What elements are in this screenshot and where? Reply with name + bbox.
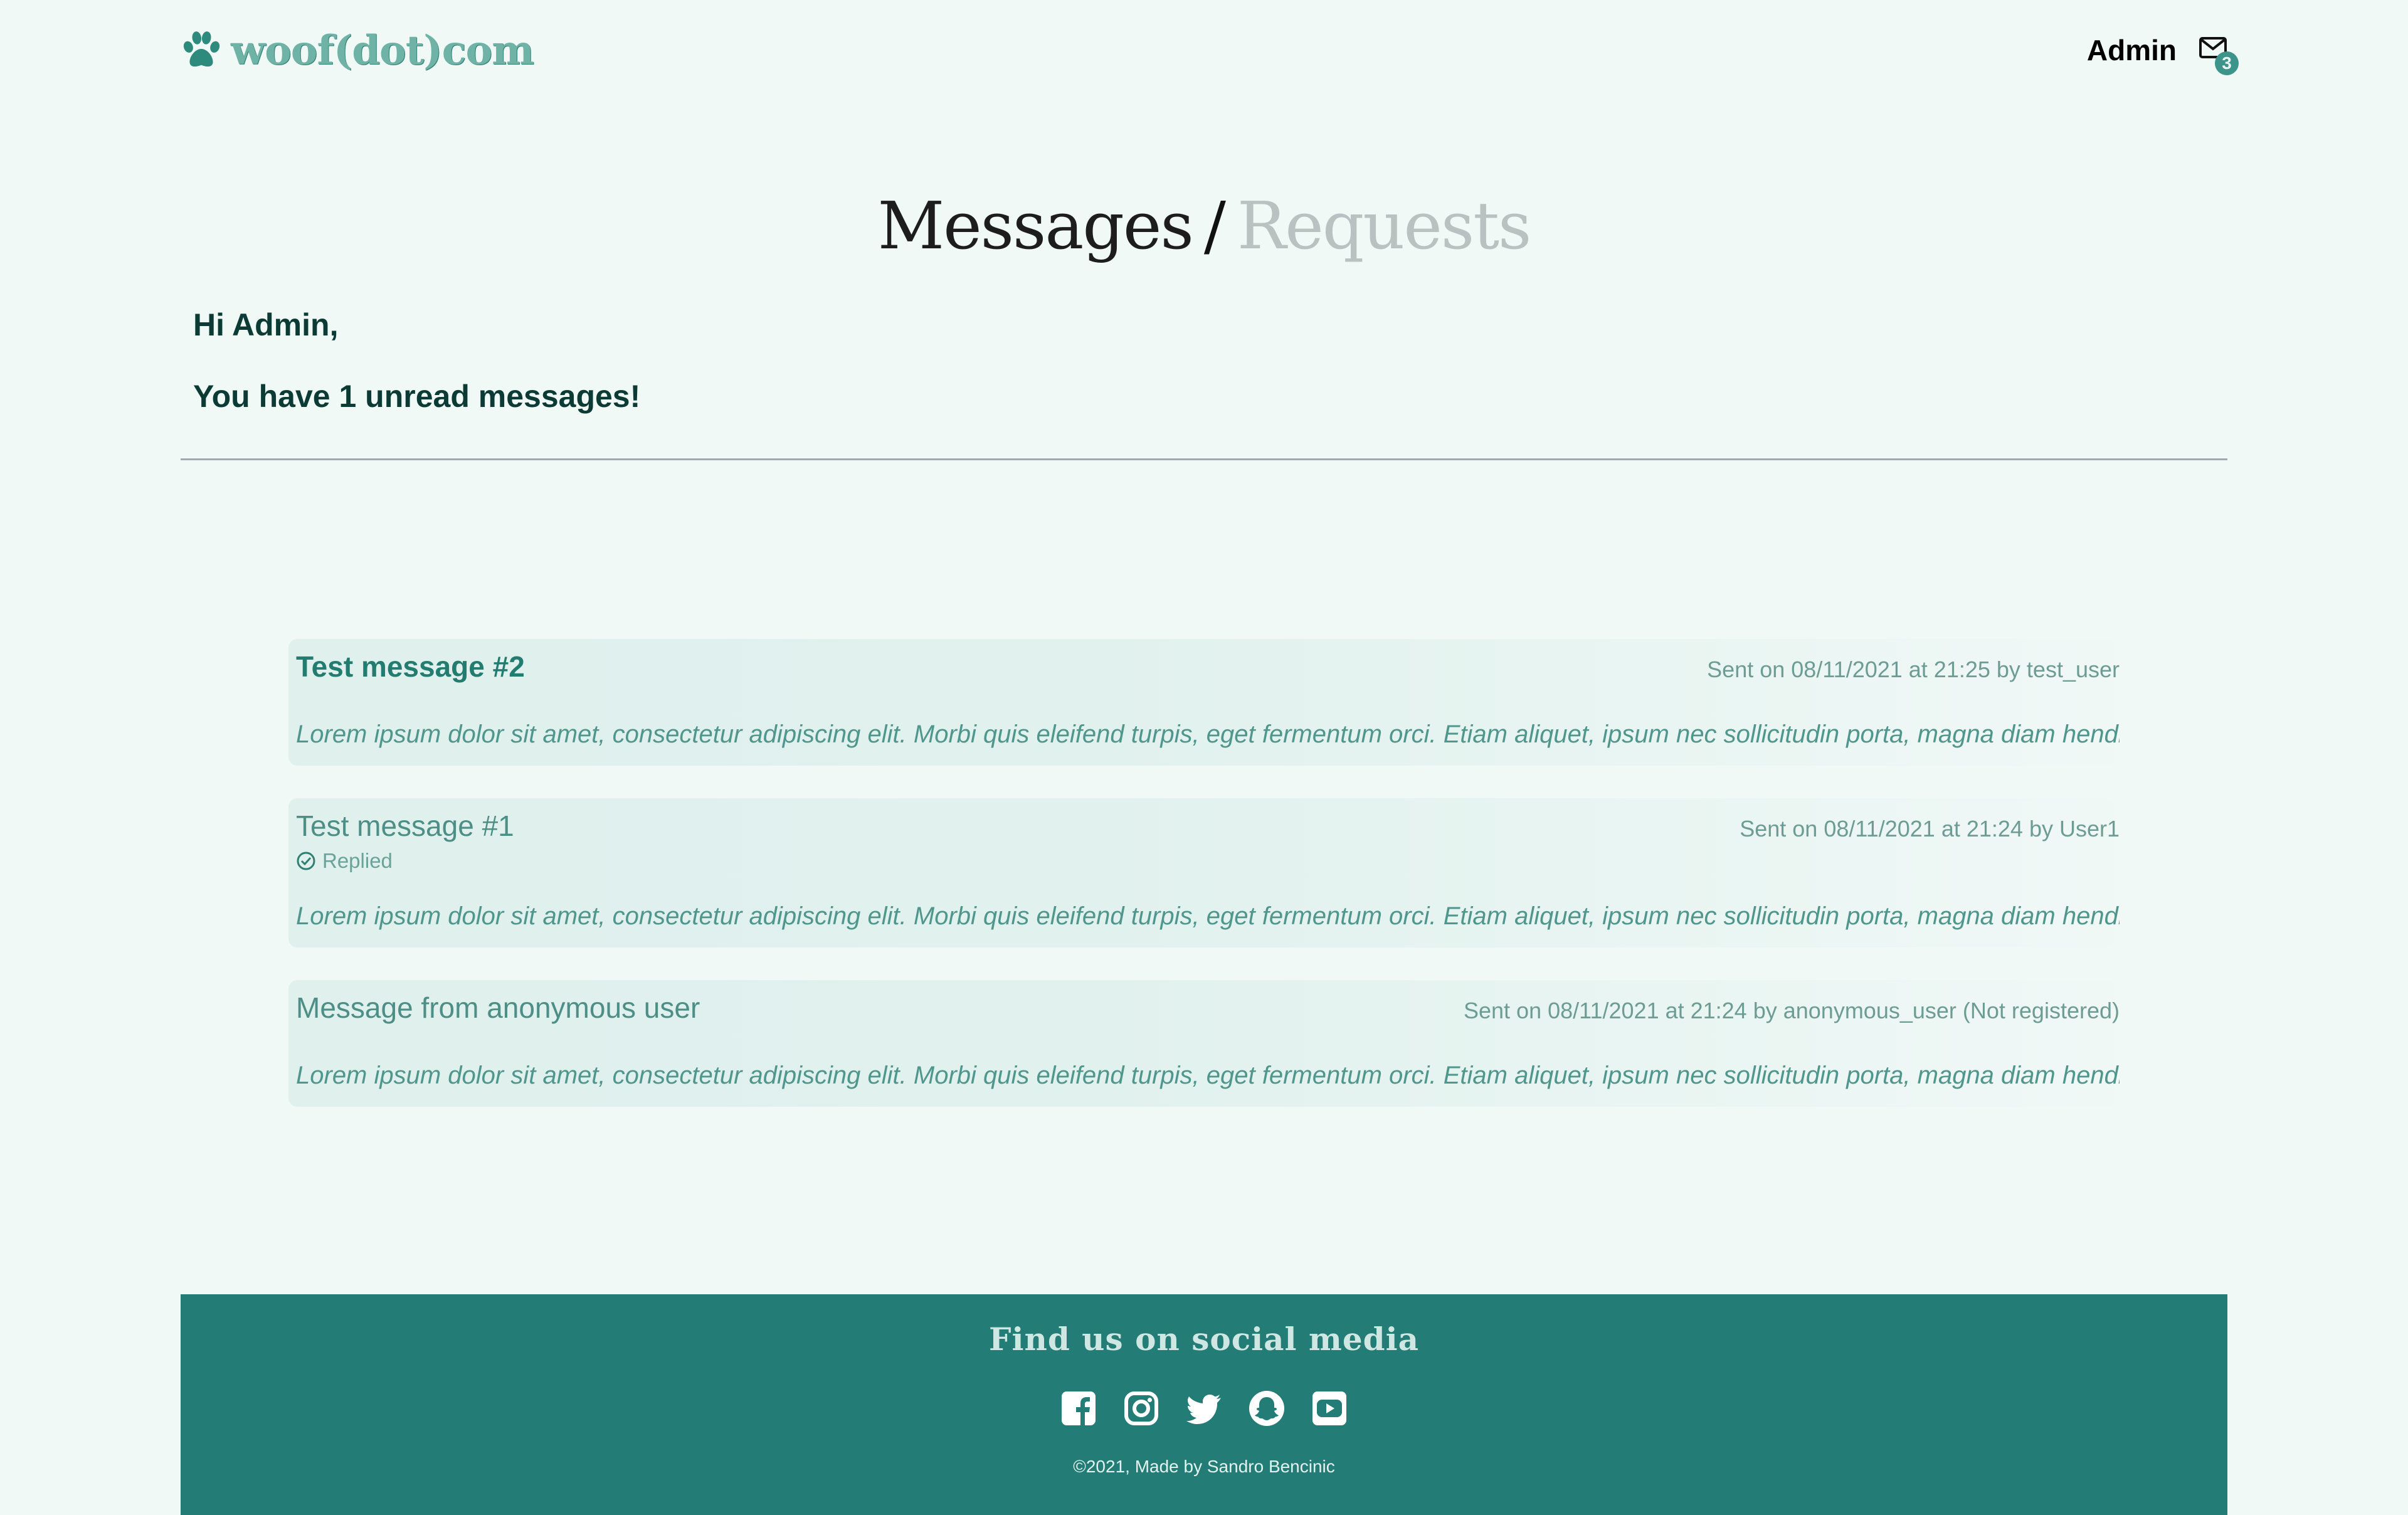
message-card[interactable]: Test message #2 Sent on 08/11/2021 at 21… xyxy=(288,639,2120,766)
message-meta: Sent on 08/11/2021 at 21:25 by test_user xyxy=(1707,657,2120,682)
logo-text: woof(dot)com xyxy=(231,26,534,74)
copyright-text: ©2021, Made by Sandro Bencinic xyxy=(1073,1457,1335,1476)
tab-requests[interactable]: Requests xyxy=(1237,187,1531,264)
message-meta: Sent on 08/11/2021 at 21:24 by User1 xyxy=(1740,816,2120,842)
tab-messages[interactable]: Messages xyxy=(878,187,1194,264)
message-card[interactable]: Test message #1 Sent on 08/11/2021 at 21… xyxy=(288,798,2120,948)
admin-user-menu[interactable]: Admin xyxy=(2087,30,2177,70)
site-logo-link[interactable]: woof(dot)com xyxy=(181,25,534,75)
twitter-icon[interactable] xyxy=(1185,1390,1223,1427)
replied-label: Replied xyxy=(322,849,393,872)
message-meta: Sent on 08/11/2021 at 21:24 by anonymous… xyxy=(1463,998,2120,1023)
message-card[interactable]: Message from anonymous user Sent on 08/1… xyxy=(288,980,2120,1107)
page-title: Messages / Requests xyxy=(0,182,2408,270)
check-circle-icon xyxy=(297,852,315,870)
message-title[interactable]: Test message #2 xyxy=(296,648,525,685)
footer-title: Find us on social media xyxy=(988,1321,1420,1358)
message-body: Lorem ipsum dolor sit amet, consectetur … xyxy=(296,1062,2120,1089)
greeting-text: Hi Admin, xyxy=(193,307,339,342)
facebook-icon[interactable] xyxy=(1060,1390,1097,1427)
message-body: Lorem ipsum dolor sit amet, consectetur … xyxy=(296,902,2120,930)
message-title[interactable]: Message from anonymous user xyxy=(296,989,700,1027)
messages-button[interactable]: 3 xyxy=(2199,35,2239,75)
divider xyxy=(181,458,2227,460)
unread-notice: You have 1 unread messages! xyxy=(193,379,641,414)
replied-status: Replied xyxy=(296,847,393,875)
paw-icon xyxy=(183,31,220,67)
message-title[interactable]: Test message #1 xyxy=(296,807,514,845)
unread-count-badge: 3 xyxy=(2215,51,2239,75)
message-body: Lorem ipsum dolor sit amet, consectetur … xyxy=(296,721,2120,748)
title-separator: / xyxy=(1203,187,1226,264)
social-links xyxy=(181,1390,2227,1427)
instagram-icon[interactable] xyxy=(1122,1390,1160,1427)
snapchat-icon[interactable] xyxy=(1248,1390,1286,1427)
page: woof(dot)com Admin 3 Messages / Requests H… xyxy=(0,0,2408,1515)
footer: Find us on social media ©2021, Made by S… xyxy=(181,1294,2227,1515)
youtube-icon[interactable] xyxy=(1311,1390,1348,1427)
